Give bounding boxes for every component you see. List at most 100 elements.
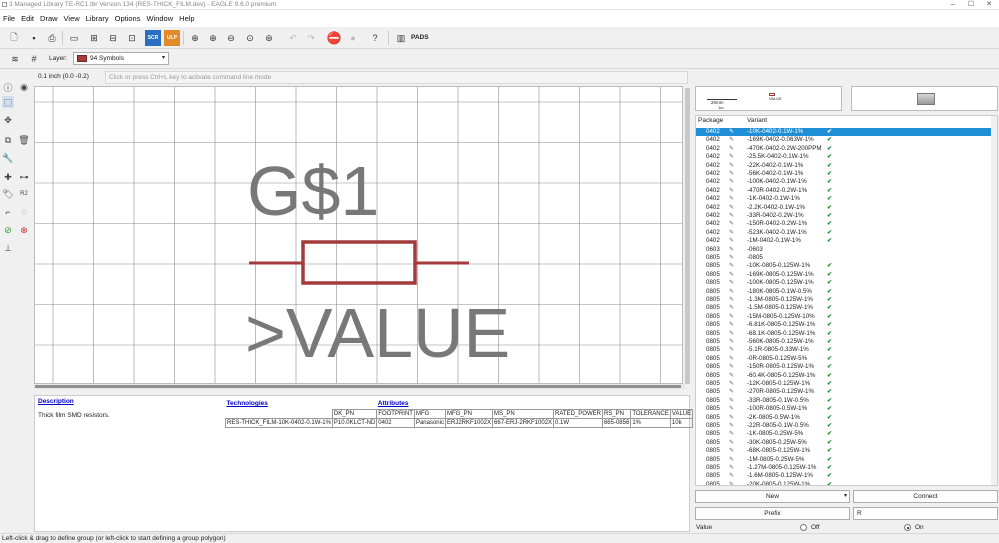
menu-view[interactable]: View	[61, 10, 83, 27]
variant-row[interactable]: 0805 ✎ -180K-0805-0.1W-0.5% ✔	[696, 288, 997, 296]
pads-icon[interactable]: ▥	[393, 30, 409, 46]
variant-row[interactable]: 0402 ✎ -33R-0402-0.2W-1% ✔	[696, 212, 997, 220]
connect-button[interactable]: Connect	[853, 490, 998, 503]
edit-icon[interactable]: ✎	[729, 447, 734, 455]
command-line-input[interactable]: Click or press Ctrl+L key to activate co…	[105, 71, 688, 84]
edit-icon[interactable]: ✎	[729, 254, 734, 262]
variant-row[interactable]: 0805 ✎ -2K-0805-0.5W-1% ✔	[696, 414, 997, 422]
menu-library[interactable]: Library	[83, 10, 112, 27]
edit-icon[interactable]: ✎	[729, 456, 734, 464]
attribute-remove-icon[interactable]: ⊗	[18, 224, 30, 236]
edit-icon[interactable]: ✎	[729, 229, 734, 237]
variant-row[interactable]: 0805 ✎ -15M-0805-0.125W-10% ✔	[696, 313, 997, 321]
edit-icon[interactable]: ✎	[729, 145, 734, 153]
edit-icon[interactable]: ✎	[729, 330, 734, 338]
technologies-link[interactable]: Technologies	[227, 400, 268, 407]
variant-row[interactable]: 0805 ✎ -1M-0805-0.25W-5% ✔	[696, 456, 997, 464]
variant-list-scrollbar[interactable]	[991, 116, 997, 485]
variant-row[interactable]: 0805 ✎ -30K-0805-0.25W-5% ✔	[696, 439, 997, 447]
variant-row[interactable]: 0805 ✎ -12K-0805-0.125W-1% ✔	[696, 380, 997, 388]
edit-icon[interactable]: ✎	[729, 439, 734, 447]
edit-icon[interactable]: ✎	[729, 414, 734, 422]
variant-row[interactable]: 0805 ✎ -60.4K-0805-0.125W-1% ✔	[696, 372, 997, 380]
variant-row[interactable]: 0603 ✎ -0603	[696, 246, 997, 254]
variant-row[interactable]: 0402 ✎ -2.2K-0402-0.1W-1% ✔	[696, 204, 997, 212]
variant-row[interactable]: 0805 ✎ -6.81K-0805-0.125W-1% ✔	[696, 321, 997, 329]
undo-icon[interactable]: ↶	[285, 30, 301, 46]
value-on-radio[interactable]	[904, 524, 911, 531]
zoom-in-icon[interactable]: ⊕	[205, 30, 221, 46]
delete-icon[interactable]: 🗑	[18, 134, 30, 146]
variant-row[interactable]: 0402 ✎ -10K-0402-0.1W-1% ✔	[696, 128, 997, 137]
edit-icon[interactable]: ✎	[729, 237, 734, 245]
edit-icon[interactable]: ✎	[729, 271, 734, 279]
attribute-value-rs-pn[interactable]: 665-0856	[601, 417, 632, 428]
gate-icon[interactable]: ⊶	[18, 171, 30, 183]
technology-cell[interactable]: RES-THICK_FILM-10K-0402-0.1W-1%	[225, 417, 333, 428]
menu-help[interactable]: Help	[176, 10, 197, 27]
variant-row[interactable]: 0805 ✎ -0R-0805-0.125W-5% ✔	[696, 355, 997, 363]
edit-icon[interactable]: ✎	[729, 481, 734, 485]
variant-column-header[interactable]: Variant	[747, 116, 767, 126]
edit-icon[interactable]: ✎	[729, 338, 734, 346]
layer-settings-icon[interactable]: ≋	[7, 51, 23, 67]
wire-icon[interactable]: ⌐	[2, 206, 14, 218]
variant-row[interactable]: 0805 ✎ -169K-0805-0.125W-1% ✔	[696, 271, 997, 279]
zoom-select-icon[interactable]: ⊙	[242, 30, 258, 46]
variant-row[interactable]: 0402 ✎ -169K-0402-0.063W-1% ✔	[696, 136, 997, 144]
add-pin-icon[interactable]: ✚	[2, 171, 14, 183]
copy-icon[interactable]: ⧉	[2, 134, 14, 146]
prefix-button[interactable]: Prefix	[695, 507, 850, 520]
prefix-input[interactable]: R	[853, 507, 998, 520]
menu-file[interactable]: File	[0, 10, 18, 27]
variant-row[interactable]: 0402 ✎ -1M-0402-0.1W-1% ✔	[696, 237, 997, 245]
variant-row[interactable]: 0805 ✎ -33R-0805-0.1W-0.5% ✔	[696, 397, 997, 405]
variant-row[interactable]: 0805 ✎ -100K-0805-0.125W-1% ✔	[696, 279, 997, 287]
dimension-icon[interactable]: ⊥	[2, 242, 14, 254]
variant-row[interactable]: 0402 ✎ -470R-0402-0.2W-1% ✔	[696, 187, 997, 195]
edit-icon[interactable]: ✎	[729, 346, 734, 354]
edit-icon[interactable]: ✎	[729, 178, 734, 186]
edit-icon[interactable]: ✎	[729, 288, 734, 296]
variant-row[interactable]: 0402 ✎ -22K-0402-0.1W-1% ✔	[696, 162, 997, 170]
menu-edit[interactable]: Edit	[18, 10, 37, 27]
edit-icon[interactable]: ✎	[729, 355, 734, 363]
edit-icon[interactable]: ✎	[729, 162, 734, 170]
variant-row[interactable]: 0805 ✎ -100R-0805-0.5W-1% ✔	[696, 405, 997, 413]
attribute-value-rated-power[interactable]: 0.1W	[553, 417, 603, 428]
edit-icon[interactable]: ✎	[729, 296, 734, 304]
variant-row[interactable]: 0805 ✎ -22R-0805-0.1W-0.5% ✔	[696, 422, 997, 430]
variant-row[interactable]: 0805 ✎ -270R-0805-0.125W-1% ✔	[696, 388, 997, 396]
attribute-value-footprint[interactable]: 0402	[376, 417, 415, 428]
attribute-value-mfg[interactable]: Panasonic	[413, 417, 446, 428]
layer-select[interactable]: 94 Symbols ▾	[73, 52, 169, 65]
save-icon[interactable]: ▪	[26, 30, 42, 46]
edit-icon[interactable]: ✎	[729, 388, 734, 396]
canvas-vertical-scrollbar[interactable]	[684, 86, 692, 386]
book-icon[interactable]: ▭	[66, 30, 82, 46]
variant-row[interactable]: 0805 ✎ -1.27M-0805-0.125W-1% ✔	[696, 464, 997, 472]
zoom-out-icon[interactable]: ⊖	[223, 30, 239, 46]
stop-icon[interactable]: ⛔	[326, 30, 342, 46]
edit-icon[interactable]: ✎	[729, 321, 734, 329]
edit-icon[interactable]: ✎	[729, 472, 734, 480]
variant-row[interactable]: 0805 ✎ -1.3M-0805-0.125W-1% ✔	[696, 296, 997, 304]
grid-icon[interactable]: #	[26, 51, 42, 67]
menu-draw[interactable]: Draw	[37, 10, 61, 27]
minimize-button[interactable]: –	[945, 0, 961, 9]
variant-row[interactable]: 0805 ✎ -1.5M-0805-0.125W-1% ✔	[696, 304, 997, 312]
info-icon[interactable]: ⓘ	[2, 81, 14, 93]
redo-icon[interactable]: ↷	[303, 30, 319, 46]
edit-icon[interactable]: ✎	[729, 204, 734, 212]
edit-icon[interactable]: ✎	[729, 405, 734, 413]
edit-icon[interactable]: ✎	[729, 397, 734, 405]
description-link[interactable]: Description	[38, 398, 74, 405]
package-column-header[interactable]: Package	[698, 116, 723, 126]
edit-icon[interactable]: ✎	[729, 195, 734, 203]
scr-button[interactable]: SCR	[145, 30, 161, 46]
edit-icon[interactable]: ✎	[729, 372, 734, 380]
edit-icon[interactable]: ✎	[729, 170, 734, 178]
variant-row[interactable]: 0805 ✎ -20K-0805-0.125W-1% ✔	[696, 481, 997, 485]
attribute-value-mfg-pn[interactable]: ERJ2RKF1002X	[444, 417, 494, 428]
close-button[interactable]: ✕	[981, 0, 997, 9]
